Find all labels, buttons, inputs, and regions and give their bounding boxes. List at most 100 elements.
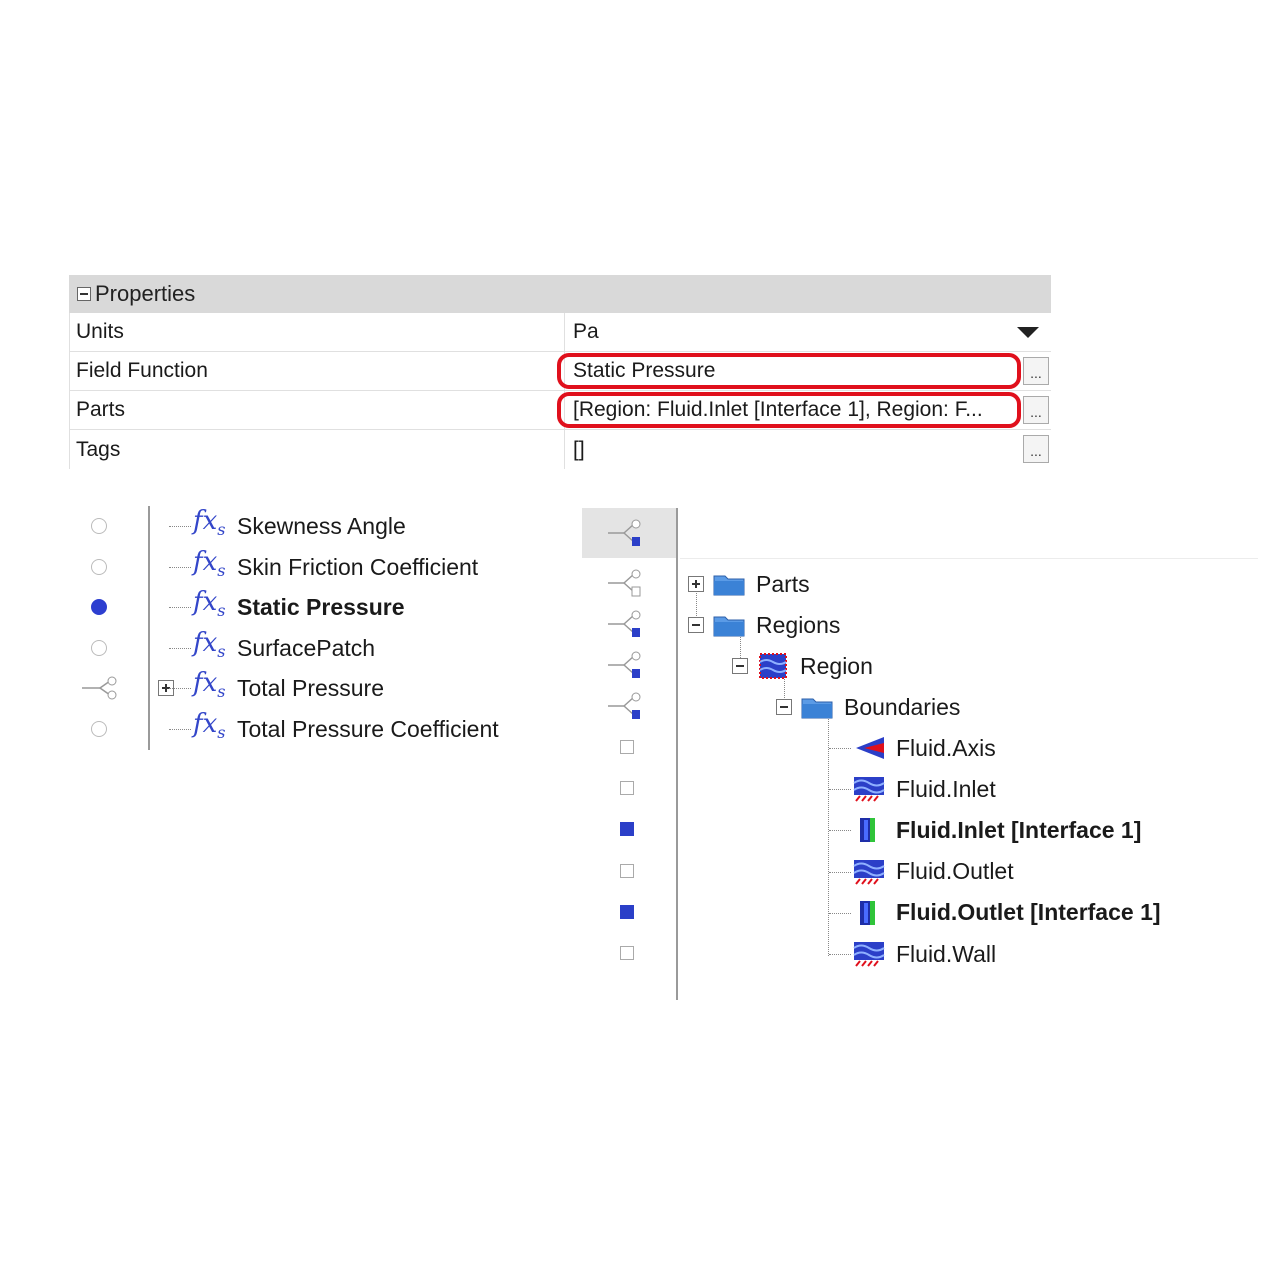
properties-title: Properties bbox=[95, 281, 196, 306]
selection-checkbox[interactable] bbox=[620, 863, 634, 878]
property-name: Units bbox=[69, 313, 565, 351]
field-function-item[interactable]: fxs SurfacePatch bbox=[75, 628, 555, 668]
field-function-list: fxs Skewness Angle fxs Skin Friction Coeffi… bbox=[75, 506, 555, 750]
tree-connector bbox=[169, 647, 191, 649]
tree-connector bbox=[829, 830, 851, 832]
tree-connector bbox=[169, 607, 191, 608]
divider bbox=[680, 558, 1258, 559]
parts-ellipsis-button[interactable]: ... bbox=[1023, 396, 1049, 424]
collapse-icon[interactable] bbox=[776, 699, 792, 715]
field-function-label: Skin Friction Coefficient bbox=[237, 553, 479, 580]
tree-node-boundary[interactable]: Fluid.Axis bbox=[852, 728, 996, 768]
property-row-units: Units Pa bbox=[69, 313, 1051, 352]
selector-header-button[interactable] bbox=[582, 508, 676, 558]
tree-node-boundary[interactable]: Fluid.Inlet [Interface 1] bbox=[852, 810, 1141, 850]
expand-icon[interactable] bbox=[688, 576, 704, 592]
units-value: Pa bbox=[573, 320, 599, 343]
selector-item[interactable] bbox=[582, 691, 676, 721]
tree-connector bbox=[829, 871, 851, 873]
tree-connector bbox=[169, 688, 191, 689]
dropdown-arrow-icon[interactable] bbox=[1017, 327, 1039, 338]
parts-text: [Region: Fluid.Inlet [Interface 1], Regi… bbox=[573, 398, 983, 421]
selector-item[interactable] bbox=[582, 650, 676, 680]
field-function-text: Static Pressure bbox=[573, 359, 716, 382]
selector-item[interactable] bbox=[582, 609, 676, 639]
axis-icon bbox=[856, 737, 884, 759]
fx-icon: fxs bbox=[193, 708, 226, 742]
tree-node-boundaries[interactable]: Boundaries bbox=[776, 687, 960, 727]
tree-node-boundary[interactable]: Fluid.Outlet bbox=[852, 852, 1014, 892]
property-row-parts: Parts [Region: Fluid.Inlet [Interface 1]… bbox=[69, 391, 1051, 430]
node-share-icon bbox=[608, 651, 641, 678]
boundary-icon bbox=[853, 859, 885, 885]
tree-connector bbox=[829, 748, 851, 749]
tree-label: Fluid.Inlet bbox=[896, 775, 996, 802]
field-function-label: Skewness Angle bbox=[237, 513, 406, 539]
tree-label: Fluid.Outlet bbox=[896, 858, 1014, 885]
fx-icon: fxs bbox=[193, 546, 226, 580]
field-function-item[interactable]: fxs Total Pressure bbox=[75, 668, 555, 708]
units-dropdown[interactable]: Pa bbox=[565, 313, 1051, 351]
field-function-item[interactable]: fxs Skewness Angle bbox=[75, 506, 555, 546]
node-share-icon bbox=[608, 569, 641, 597]
tree-node-region[interactable]: Region bbox=[732, 646, 873, 686]
node-share-icon bbox=[608, 610, 641, 637]
radio-button[interactable] bbox=[91, 518, 107, 534]
property-row-field-function: Field Function Static Pressure ... bbox=[69, 352, 1051, 391]
property-name: Field Function bbox=[69, 352, 565, 390]
tags-ellipsis-button[interactable]: ... bbox=[1023, 435, 1049, 463]
field-function-value[interactable]: Static Pressure ... bbox=[557, 352, 1051, 390]
radio-button[interactable] bbox=[91, 558, 107, 575]
field-function-item[interactable]: fxs Static Pressure bbox=[75, 587, 555, 627]
property-row-tags: Tags [] ... bbox=[69, 430, 1051, 469]
tree-connector bbox=[828, 716, 829, 956]
interface-icon bbox=[860, 900, 875, 925]
field-function-label: Static Pressure bbox=[237, 594, 405, 620]
property-name: Parts bbox=[69, 391, 565, 429]
fx-icon: fxs bbox=[193, 587, 226, 621]
tree-connector bbox=[829, 789, 851, 791]
folder-icon bbox=[713, 575, 745, 596]
selection-checkbox[interactable] bbox=[620, 946, 634, 960]
properties-panel: Properties Units Pa Field Function Stati… bbox=[69, 275, 1051, 469]
region-tree: Parts Regions Region Boundaries Fluid.Ax… bbox=[686, 560, 1276, 980]
radio-button[interactable] bbox=[91, 720, 107, 737]
tree-label: Fluid.Wall bbox=[896, 940, 997, 967]
tags-value[interactable]: [] ... bbox=[565, 430, 1051, 469]
field-function-item[interactable]: fxs Total Pressure Coefficient bbox=[75, 709, 555, 749]
selection-checkbox[interactable] bbox=[620, 740, 634, 754]
radio-button[interactable] bbox=[91, 639, 107, 656]
fx-icon: fxs bbox=[193, 506, 226, 540]
radio-button[interactable] bbox=[91, 599, 107, 615]
collapse-icon[interactable] bbox=[688, 617, 704, 633]
tree-connector bbox=[169, 566, 191, 568]
selection-checkbox[interactable] bbox=[620, 822, 634, 837]
tree-label: Fluid.Outlet [Interface 1] bbox=[896, 899, 1161, 926]
selection-checkbox[interactable] bbox=[620, 781, 634, 796]
interface-icon bbox=[860, 818, 875, 843]
collapse-icon[interactable] bbox=[732, 658, 748, 674]
tree-node-boundary[interactable]: Fluid.Wall bbox=[852, 934, 996, 974]
fx-icon: fxs bbox=[193, 627, 226, 661]
selector-column bbox=[582, 508, 678, 1000]
collapse-icon[interactable] bbox=[77, 287, 91, 301]
selector-rail bbox=[676, 508, 678, 1000]
properties-header[interactable]: Properties bbox=[69, 275, 1051, 313]
field-function-ellipsis-button[interactable]: ... bbox=[1023, 357, 1049, 385]
tree-label: Region bbox=[800, 652, 873, 679]
node-share-icon bbox=[82, 676, 117, 700]
tree-node-boundary[interactable]: Fluid.Inlet bbox=[852, 769, 996, 809]
field-function-item[interactable]: fxs Skin Friction Coefficient bbox=[75, 547, 555, 587]
tree-node-regions[interactable]: Regions bbox=[688, 605, 840, 645]
tags-text: [] bbox=[573, 437, 585, 461]
parts-value[interactable]: [Region: Fluid.Inlet [Interface 1], Regi… bbox=[557, 391, 1051, 429]
tree-label: Fluid.Inlet [Interface 1] bbox=[896, 816, 1142, 843]
folder-icon bbox=[801, 698, 833, 719]
tree-connector bbox=[829, 912, 851, 914]
selection-checkbox[interactable] bbox=[620, 904, 634, 919]
tree-node-boundary[interactable]: Fluid.Outlet [Interface 1] bbox=[852, 893, 1161, 933]
selector-item[interactable] bbox=[582, 568, 676, 598]
tree-connector bbox=[169, 728, 191, 730]
tree-connector bbox=[829, 954, 851, 955]
tree-node-parts[interactable]: Parts bbox=[688, 564, 810, 604]
